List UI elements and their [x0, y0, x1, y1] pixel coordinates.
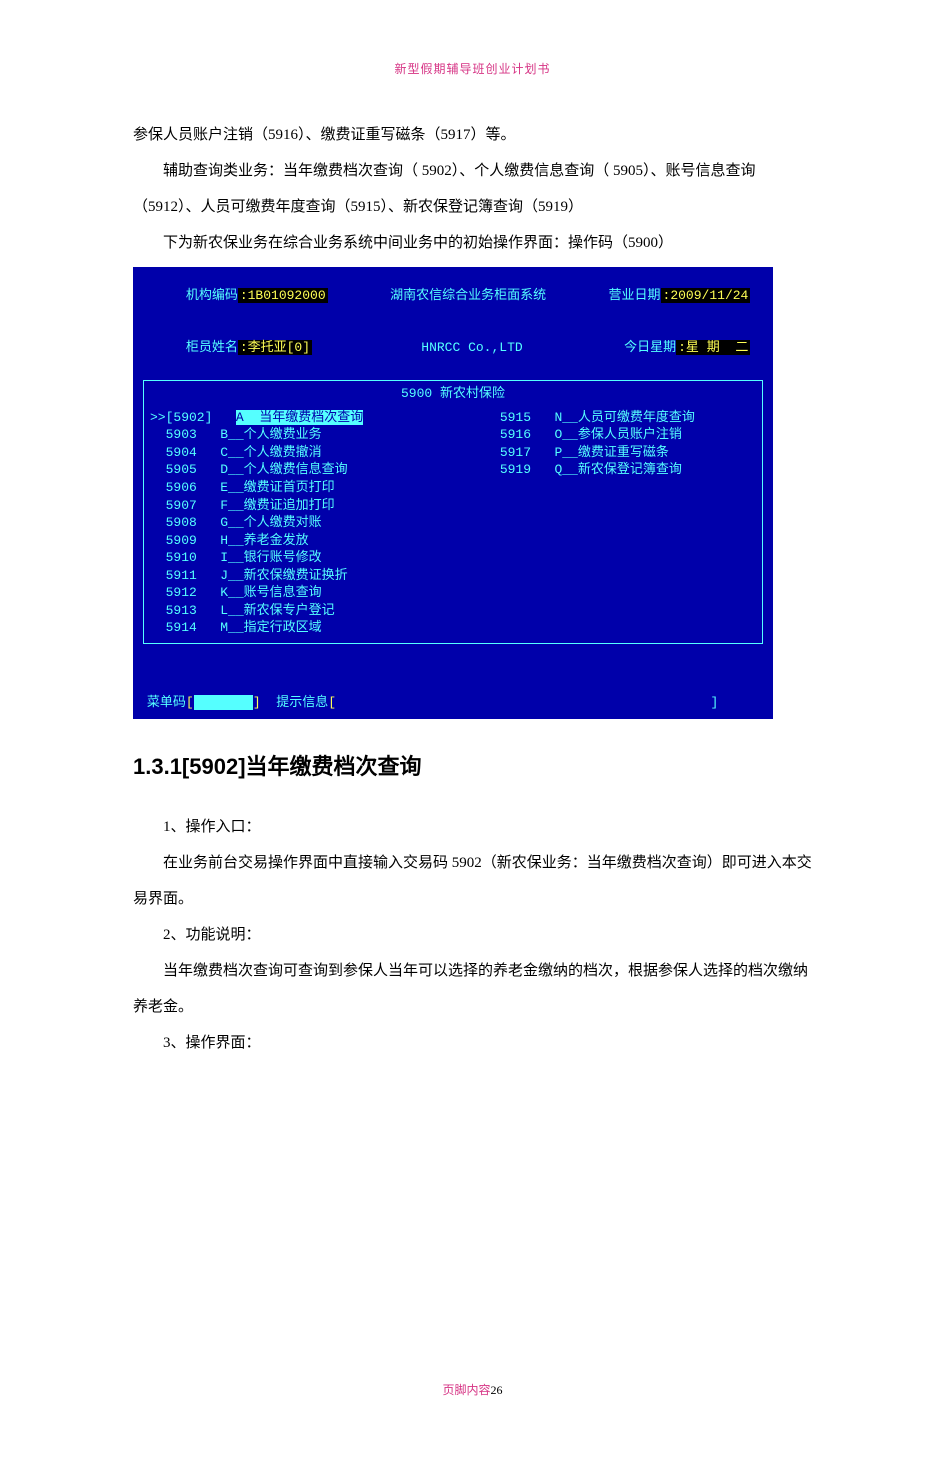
terminal-menu-item[interactable]: 5919 Q__新农保登记簿查询	[453, 461, 756, 479]
org-label: 机构编码	[186, 288, 238, 303]
paragraph: 在业务前台交易操作界面中直接输入交易码 5902（新农保业务：当年缴费档次查询）…	[133, 845, 812, 917]
terminal-footer: 菜单码[ ] 提示信息[ ]	[133, 694, 773, 712]
paragraph: 辅助查询类业务：当年缴费档次查询（ 5902）、个人缴费信息查询（ 5905）、…	[133, 153, 812, 225]
terminal-menu-item[interactable]: 5904 C__个人缴费撤消	[150, 444, 453, 462]
week-value: :星 期 二	[676, 340, 750, 355]
sys-name: 湖南农信综合业务柜面系统	[390, 288, 546, 303]
terminal-menu-item[interactable]: 5911 J__新农保缴费证换折	[150, 567, 453, 585]
page-footer: 页脚内容26	[0, 1381, 945, 1398]
date-value: :2009/11/24	[661, 288, 751, 303]
week-label: 今日星期	[624, 340, 676, 355]
terminal-menu-left: >>[5902] A 当年缴费档次查询 5903 B__个人缴费业务 5904 …	[150, 409, 453, 637]
company: HNRCC Co.,LTD	[421, 340, 522, 355]
terminal-menu-item[interactable]: 5908 G__个人缴费对账	[150, 514, 453, 532]
paragraph: 1、操作入口：	[133, 809, 812, 845]
paragraph: 当年缴费档次查询可查询到参保人当年可以选择的养老金缴纳的档次，根据参保人选择的档…	[133, 953, 812, 1025]
terminal-screenshot: 机构编码:1B01092000 湖南农信综合业务柜面系统 营业日期:2009/1…	[133, 267, 773, 719]
section-heading: 1.3.1[5902]当年缴费档次查询	[133, 749, 812, 781]
terminal-menu-right: 5915 N__人员可缴费年度查询 5916 O__参保人员账户注销 5917 …	[453, 409, 756, 637]
terminal-menu-item[interactable]: 5910 I__银行账号修改	[150, 549, 453, 567]
page-header: 新型假期辅导班创业计划书	[0, 60, 945, 77]
terminal-menu-item[interactable]: 5914 M__指定行政区域	[150, 619, 453, 637]
terminal-menu-item[interactable]: 5916 O__参保人员账户注销	[453, 426, 756, 444]
teller-value: :李托亚[0]	[238, 340, 312, 355]
paragraph: 3、操作界面：	[133, 1025, 812, 1061]
page-content: 参保人员账户注销（5916）、缴费证重写磁条（5917）等。 辅助查询类业务：当…	[0, 117, 945, 1061]
terminal-menu-item[interactable]: 5903 B__个人缴费业务	[150, 426, 453, 444]
date-label: 营业日期	[609, 288, 661, 303]
teller-label: 柜员姓名	[186, 340, 238, 355]
terminal-menu-item[interactable]: 5915 N__人员可缴费年度查询	[453, 409, 756, 427]
terminal-menu-item[interactable]: 5912 K__账号信息查询	[150, 584, 453, 602]
terminal-menu-box: 5900 新农村保险 >>[5902] A 当年缴费档次查询 5903 B__个…	[143, 380, 763, 644]
terminal-menu-item[interactable]: 5909 H__养老金发放	[150, 532, 453, 550]
terminal-menu-title: 5900 新农村保险	[150, 385, 756, 403]
terminal-menu-item[interactable]: 5906 E__缴费证首页打印	[150, 479, 453, 497]
paragraph: 2、功能说明：	[133, 917, 812, 953]
org-value: :1B01092000	[238, 288, 328, 303]
paragraph: 下为新农保业务在综合业务系统中间业务中的初始操作界面：操作码（5900）	[133, 225, 812, 261]
terminal-menu-item[interactable]: 5907 F__缴费证追加打印	[150, 497, 453, 515]
terminal-menu-item[interactable]: 5917 P__缴费证重写磁条	[453, 444, 756, 462]
terminal-menu-item[interactable]: >>[5902] A 当年缴费档次查询	[150, 409, 453, 427]
paragraph: 参保人员账户注销（5916）、缴费证重写磁条（5917）等。	[133, 117, 812, 153]
terminal-menu-item[interactable]: 5913 L__新农保专户登记	[150, 602, 453, 620]
terminal-menu-item[interactable]: 5905 D__个人缴费信息查询	[150, 461, 453, 479]
